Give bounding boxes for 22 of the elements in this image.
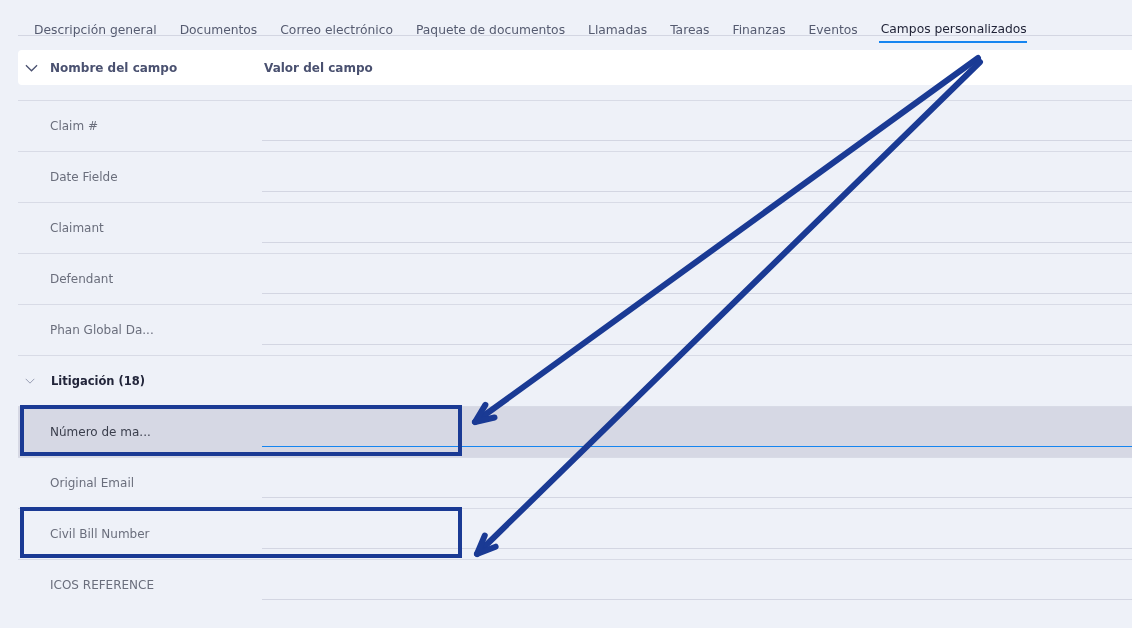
- group-label[interactable]: Litigación (18): [51, 374, 146, 388]
- tab[interactable]: Paquete de documentos: [413, 7, 566, 43]
- tab[interactable]: Campos personalizados: [878, 7, 1027, 43]
- field-name: Defendant: [49, 272, 115, 286]
- field-name: Claimant: [49, 221, 105, 235]
- chevron-icon[interactable]: [25, 63, 38, 72]
- tab[interactable]: Tareas: [668, 7, 710, 43]
- column-header: Nombre del campo: [50, 60, 179, 75]
- field-name: Civil Bill Number: [49, 527, 151, 541]
- tab[interactable]: Eventos: [806, 7, 858, 43]
- tab[interactable]: Correo electrónico: [278, 7, 393, 43]
- field-name: Date Fielde: [49, 170, 119, 184]
- field-name: Original Email: [49, 476, 136, 490]
- tab[interactable]: Finanzas: [730, 7, 786, 43]
- column-header: Valor del campo: [264, 60, 373, 75]
- tab[interactable]: Llamadas: [586, 7, 648, 43]
- field-name: Claim #: [49, 119, 99, 133]
- field-name: ICOS REFERENCE: [49, 578, 156, 592]
- tab[interactable]: Documentos: [177, 7, 258, 43]
- field-name: Phan Global Da...: [49, 323, 155, 337]
- field-name: Número de ma...: [49, 425, 152, 439]
- tab[interactable]: Descripción general: [32, 7, 157, 43]
